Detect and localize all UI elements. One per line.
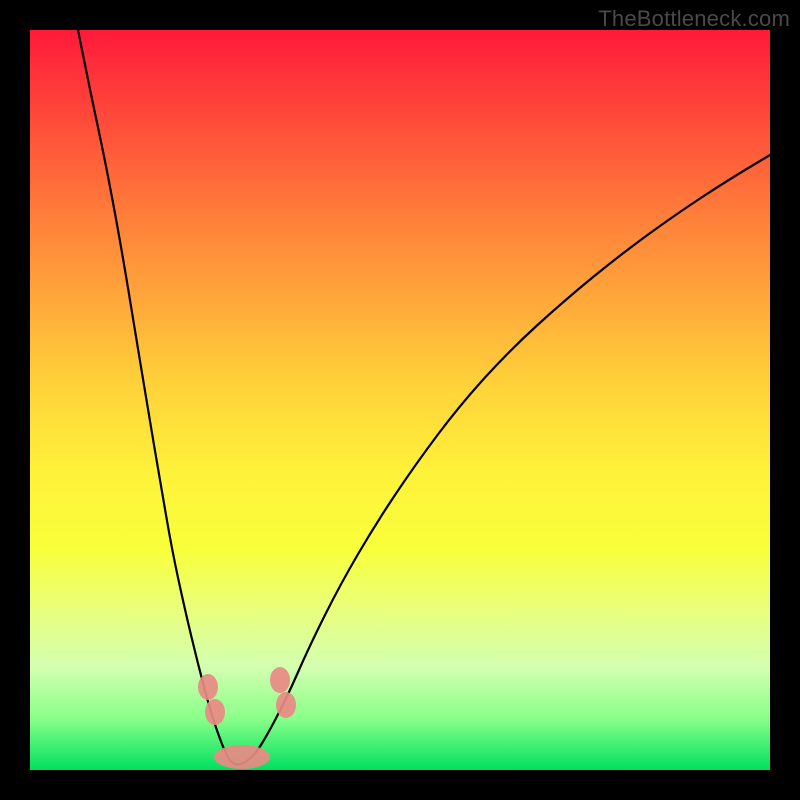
bottleneck-curve	[78, 30, 770, 765]
canvas-wrap: TheBottleneck.com	[0, 0, 800, 800]
left-top-dot	[198, 674, 218, 700]
right-top-dot	[270, 667, 290, 693]
watermark-text: TheBottleneck.com	[598, 6, 790, 32]
curve-svg	[30, 30, 770, 770]
trough-blob	[214, 745, 270, 769]
left-bottom-dot	[205, 699, 225, 725]
plot-area	[30, 30, 770, 770]
right-bottom-dot	[276, 692, 296, 718]
